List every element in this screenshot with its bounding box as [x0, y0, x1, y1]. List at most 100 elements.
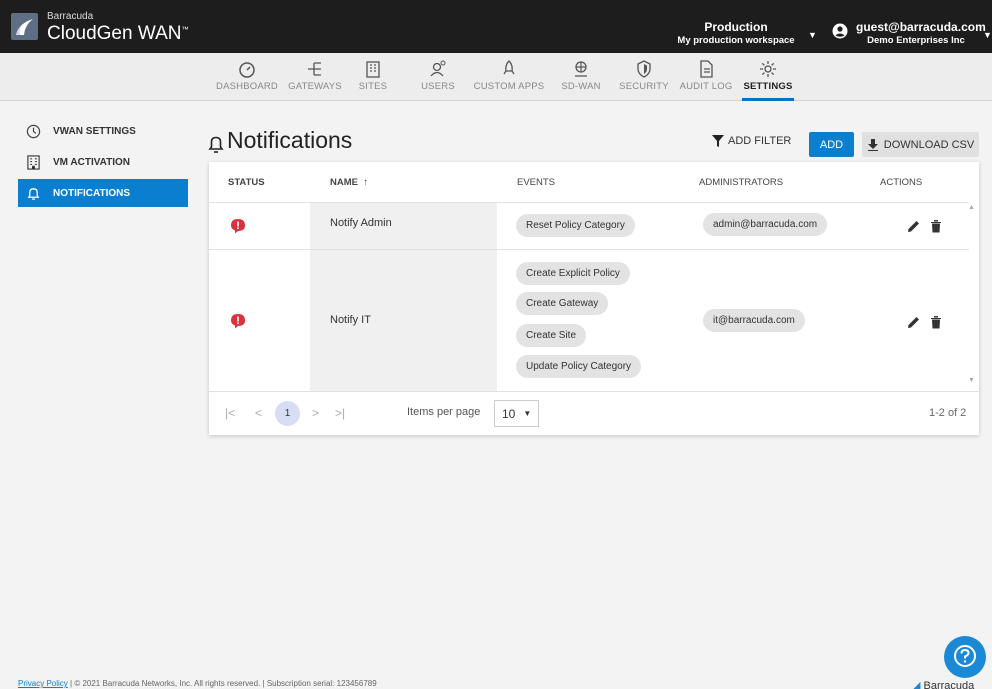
- nav-label: SITES: [358, 81, 388, 92]
- nav-gateways[interactable]: GATEWAYS: [287, 53, 343, 101]
- nav-sites[interactable]: SITES: [355, 53, 391, 101]
- header-actions: ACTIONS: [880, 176, 923, 188]
- nav-label: SD-WAN: [561, 81, 601, 92]
- prev-page-button[interactable]: <: [255, 406, 262, 420]
- help-question-icon: [954, 645, 976, 667]
- event-chip: Update Policy Category: [516, 355, 642, 378]
- sidebar-item-notifications[interactable]: NOTIFICATIONS: [18, 179, 188, 207]
- user-caret-icon[interactable]: ▼: [983, 30, 992, 40]
- add-button[interactable]: ADD: [809, 132, 854, 157]
- nav-label: SETTINGS: [743, 81, 793, 92]
- header-events[interactable]: EVENTS: [517, 162, 555, 202]
- nav-label: AUDIT LOG: [679, 81, 733, 92]
- event-chip: Reset Policy Category: [516, 214, 635, 237]
- nav-label: GATEWAYS: [288, 81, 342, 92]
- footer: Privacy Policy | © 2021 Barracuda Networ…: [18, 679, 377, 688]
- corner-logo-text: Barracuda: [923, 680, 975, 689]
- privacy-policy-link[interactable]: Privacy Policy: [18, 679, 68, 688]
- workspace-subtitle[interactable]: My production workspace: [672, 35, 800, 46]
- nav-audit-log[interactable]: AUDIT LOG: [679, 53, 733, 101]
- footer-text: | © 2021 Barracuda Networks, Inc. All ri…: [67, 679, 377, 688]
- items-per-page-label: Items per page: [407, 406, 481, 418]
- sidebar-item-label: VWAN SETTINGS: [53, 125, 136, 137]
- page-range: 1-2 of 2: [929, 407, 967, 419]
- sidebar-item-label: NOTIFICATIONS: [53, 187, 131, 199]
- nav-label: SECURITY: [619, 81, 669, 92]
- nav-label: DASHBOARD: [216, 81, 278, 92]
- download-icon: [867, 138, 878, 151]
- nav-label: CUSTOM APPS: [473, 81, 545, 92]
- users-icon: [430, 60, 446, 77]
- scroll-up-arrow[interactable]: ▲: [968, 204, 975, 211]
- error-status-icon: [231, 219, 245, 234]
- user-account-icon[interactable]: [832, 23, 848, 39]
- edit-pencil-icon[interactable]: [907, 219, 921, 233]
- pagination: |< < 1 > >| Items per page 10 ▼ 1-2 of 2: [209, 391, 979, 435]
- brand-small: Barracuda: [47, 11, 94, 22]
- gateways-icon: [308, 62, 321, 76]
- event-chip: Create Site: [516, 324, 587, 347]
- top-bar: Barracuda CloudGen WAN™ Production My pr…: [0, 0, 992, 53]
- add-filter-button[interactable]: ADD FILTER: [712, 135, 791, 147]
- shield-icon: [637, 60, 651, 78]
- barracuda-mark-icon: ◢: [912, 680, 921, 689]
- header-name[interactable]: NAME ↑: [330, 162, 368, 202]
- workspace-title[interactable]: Production: [676, 20, 796, 34]
- current-page-button[interactable]: 1: [275, 401, 300, 426]
- filter-icon: [712, 135, 724, 147]
- clock-icon: [26, 124, 41, 138]
- nav-security[interactable]: SECURITY: [618, 53, 670, 101]
- download-csv-label: DOWNLOAD CSV: [883, 138, 975, 151]
- delete-trash-icon[interactable]: [929, 219, 943, 233]
- header-administrators[interactable]: ADMINISTRATORS: [699, 162, 783, 202]
- sd-wan-icon: [575, 61, 587, 77]
- sidebar-item-label: VM ACTIVATION: [53, 156, 131, 168]
- first-page-button[interactable]: |<: [225, 406, 235, 420]
- gear-icon: [760, 61, 776, 77]
- delete-trash-icon[interactable]: [929, 315, 943, 329]
- nav-users[interactable]: USERS: [420, 53, 456, 101]
- items-per-page-value: 10: [502, 406, 516, 421]
- name-column-shade: [310, 202, 497, 391]
- audit-log-icon: [700, 60, 713, 78]
- edit-pencil-icon[interactable]: [907, 315, 921, 329]
- admin-chip: it@barracuda.com: [703, 309, 805, 332]
- nav-dashboard[interactable]: DASHBOARD: [216, 53, 278, 101]
- nav-sd-wan[interactable]: SD-WAN: [560, 53, 602, 101]
- nav-custom-apps[interactable]: CUSTOM APPS: [474, 53, 544, 101]
- building-icon: [27, 154, 40, 170]
- divider: [209, 249, 969, 250]
- next-page-button[interactable]: >: [312, 406, 319, 420]
- sidebar-item-vm-activation[interactable]: VM ACTIVATION: [18, 148, 188, 176]
- nav-settings[interactable]: SETTINGS: [742, 53, 794, 101]
- bell-icon: [208, 136, 224, 153]
- app-title: CloudGen WAN™: [47, 23, 189, 44]
- event-chip: Create Gateway: [516, 292, 609, 315]
- notification-name: Notify Admin: [330, 217, 392, 229]
- header-status[interactable]: STATUS: [228, 162, 265, 202]
- sidebar-item-vwan-settings[interactable]: VWAN SETTINGS: [18, 117, 188, 145]
- error-status-icon: [231, 314, 245, 329]
- main-nav: DASHBOARD GATEWAYS SITES USERS CUSTOM AP…: [0, 53, 992, 101]
- nav-label: USERS: [421, 81, 455, 92]
- custom-apps-icon: [503, 60, 515, 75]
- barracuda-logo-icon: [11, 13, 38, 40]
- dashboard-icon: [239, 62, 255, 78]
- bell-icon: [27, 187, 40, 200]
- page-title: Notifications: [227, 127, 353, 153]
- divider: [209, 202, 969, 203]
- last-page-button[interactable]: >|: [335, 406, 345, 420]
- notifications-table: STATUS NAME ↑ EVENTS ADMINISTRATORS ACTI…: [209, 162, 979, 435]
- sort-asc-icon: ↑: [363, 176, 369, 188]
- sites-icon: [366, 61, 380, 78]
- user-org[interactable]: Demo Enterprises Inc: [856, 35, 976, 46]
- add-filter-label: ADD FILTER: [728, 135, 792, 147]
- download-csv-button[interactable]: DOWNLOAD CSV: [862, 132, 979, 157]
- scroll-down-arrow[interactable]: ▼: [968, 377, 975, 384]
- user-email[interactable]: guest@barracuda.com: [856, 20, 986, 34]
- workspace-caret-icon[interactable]: ▼: [808, 30, 817, 40]
- items-per-page-select[interactable]: 10 ▼: [494, 400, 539, 427]
- barracuda-corner-logo: ◢ Barracuda: [912, 679, 992, 689]
- help-button[interactable]: [944, 636, 986, 678]
- caret-down-icon: ▼: [523, 409, 532, 418]
